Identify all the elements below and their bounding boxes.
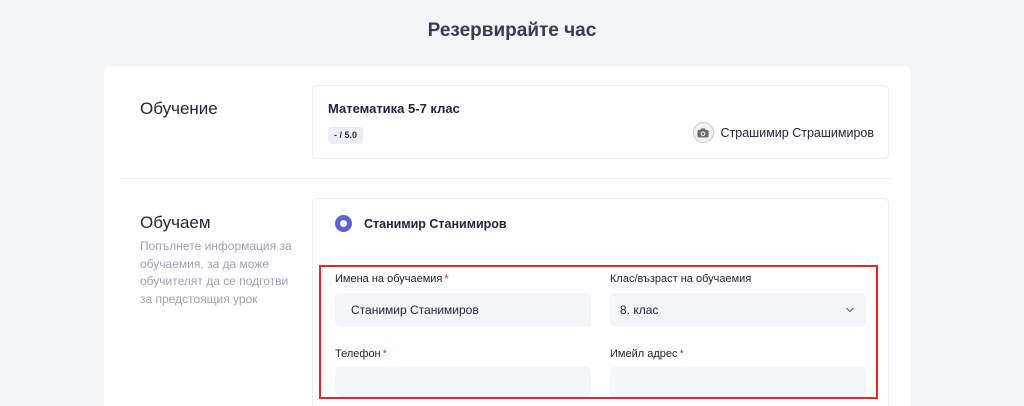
page-title: Резервирайте час (427, 20, 597, 41)
training-section-title: Обучение (140, 99, 218, 118)
course-name: Математика 5-7 клас (328, 101, 460, 116)
description-line: Попълнете информация за (140, 239, 292, 253)
course-card: Математика 5-7 клас - / 5.0 Страшимир Ст… (312, 85, 889, 159)
description-line: обучителят да се подготви (140, 274, 289, 288)
radio-selected[interactable] (335, 215, 352, 232)
highlight-box (319, 265, 878, 399)
tutor-info[interactable]: Страшимир Страшимиров (692, 122, 874, 143)
student-option[interactable]: Станимир Станимиров (335, 215, 507, 232)
rating-badge: - / 5.0 (328, 127, 364, 144)
student-section-description: Попълнете информация за обучаемия, за да… (140, 238, 300, 308)
camera-icon (692, 122, 714, 143)
student-section-title: Обучаем (140, 213, 211, 232)
student-option-label: Станимир Станимиров (364, 216, 507, 231)
tutor-name: Страшимир Страшимиров (720, 125, 874, 140)
section-divider (120, 178, 890, 179)
description-line: обучаемия, за да може (140, 256, 270, 271)
description-line: за предстоящия урок (140, 291, 258, 306)
